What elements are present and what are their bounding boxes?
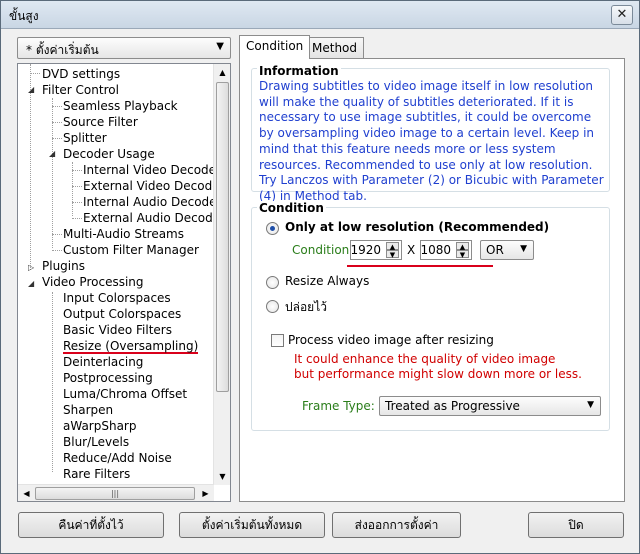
tree-guide — [52, 138, 62, 139]
information-title: Information — [257, 64, 341, 78]
tree-item-deinterlacing[interactable]: Deinterlacing — [63, 354, 143, 370]
tree-item-reduce-add-noise[interactable]: Reduce/Add Noise — [63, 450, 172, 466]
height-value: 1080 — [420, 243, 451, 257]
warning-line-2: but performance might slow down more or … — [294, 367, 582, 381]
chevron-down-icon: ▼ — [520, 244, 527, 254]
scrollbar-thumb[interactable] — [216, 82, 229, 392]
window-title: ขั้นสูง — [9, 9, 39, 23]
tree-item-resize-oversampling[interactable]: Resize (Oversampling) — [63, 338, 199, 354]
tree-item-external-video-decoder[interactable]: External Video Decoder — [83, 178, 225, 194]
tree-item-basic-video-filters[interactable]: Basic Video Filters — [63, 322, 172, 338]
collapse-arrow-icon[interactable]: ◢ — [28, 82, 34, 98]
tree-item-splitter[interactable]: Splitter — [63, 130, 107, 146]
tree-item-blur-levels[interactable]: Blur/Levels — [63, 434, 129, 450]
close-button[interactable]: ปิด — [528, 512, 624, 538]
settings-tree: ◢ ◢ ▷ ◢ DVD settings Filter Control Seam… — [17, 63, 231, 502]
preset-value: * ตั้งค่าเริ่มต้น — [26, 43, 99, 57]
collapse-arrow-icon[interactable]: ◢ — [49, 146, 55, 162]
scroll-right-icon[interactable]: ▶ — [197, 485, 214, 501]
scroll-down-icon[interactable]: ▼ — [214, 468, 230, 485]
scroll-up-icon[interactable]: ▲ — [214, 64, 230, 81]
advanced-settings-dialog: ขั้นสูง ✕ * ตั้งค่าเริ่มต้น ▼ ◢ ◢ ▷ ◢ DV… — [0, 0, 640, 554]
preset-dropdown[interactable]: * ตั้งค่าเริ่มต้น ▼ — [17, 37, 231, 59]
tree-horizontal-scrollbar[interactable]: ◀ ||| ▶ — [18, 484, 214, 501]
tree-item-dvd-settings[interactable]: DVD settings — [42, 66, 120, 82]
leave-off-label: ปล่อยไว้ — [285, 300, 327, 314]
width-spin-buttons[interactable]: ▲ ▼ — [386, 242, 399, 259]
tree-item-awarpsharp[interactable]: aWarpSharp — [63, 418, 136, 434]
tree-item-external-audio-decoder[interactable]: External Audio Decoder — [83, 210, 225, 226]
expand-arrow-icon[interactable]: ▷ — [28, 260, 34, 276]
width-stepper[interactable]: 1920 ▲ ▼ — [350, 240, 402, 260]
reset-all-button[interactable]: ตั้งค่าเริ่มต้นทั้งหมด — [179, 512, 325, 538]
radio-resize-always[interactable] — [266, 276, 279, 289]
tree-guide — [52, 250, 62, 251]
radio-low-resolution[interactable] — [266, 222, 279, 235]
close-icon[interactable]: ✕ — [611, 5, 633, 25]
tree-guide — [52, 106, 62, 107]
tree-item-input-colorspaces[interactable]: Input Colorspaces — [63, 290, 171, 306]
frame-type-value: Treated as Progressive — [385, 399, 520, 413]
tab-condition[interactable]: Condition — [239, 35, 311, 59]
title-bar: ขั้นสูง ✕ — [1, 1, 639, 29]
tree-item-internal-video-decoder[interactable]: Internal Video Decoder — [83, 162, 221, 178]
tree-item-custom-filter-manager[interactable]: Custom Filter Manager — [63, 242, 199, 258]
tree-item-sharpen[interactable]: Sharpen — [63, 402, 113, 418]
condition-label: Condition: — [292, 243, 354, 257]
resize-always-label: Resize Always — [285, 274, 370, 288]
operator-value: OR — [486, 243, 504, 257]
restore-button[interactable]: คืนค่าที่ตั้งไว้ — [18, 512, 164, 538]
tree-item-source-filter[interactable]: Source Filter — [63, 114, 138, 130]
tree-item-video-processing[interactable]: Video Processing — [42, 274, 144, 290]
tree-guide — [30, 73, 40, 74]
process-after-label: Process video image after resizing — [288, 333, 494, 347]
tree-item-decoder-usage[interactable]: Decoder Usage — [63, 146, 155, 162]
tree-item-seamless-playback[interactable]: Seamless Playback — [63, 98, 178, 114]
operator-dropdown[interactable]: OR ▼ — [480, 240, 534, 260]
tree-guide — [52, 292, 53, 472]
tab-method[interactable]: Method — [305, 37, 365, 59]
tree-guide — [72, 218, 82, 219]
tree-item-plugins[interactable]: Plugins — [42, 258, 85, 274]
tree-guide — [52, 234, 62, 235]
information-text: Drawing subtitles to video image itself … — [259, 79, 604, 203]
process-after-checkbox[interactable] — [271, 334, 284, 347]
tree-item-postprocessing[interactable]: Postprocessing — [63, 370, 153, 386]
tree-guide — [52, 122, 62, 123]
tree-guide — [72, 202, 82, 203]
height-stepper[interactable]: 1080 ▲ ▼ — [420, 240, 472, 260]
scrollbar-thumb[interactable]: ||| — [35, 487, 195, 500]
frame-type-label: Frame Type: — [302, 399, 375, 413]
tree-item-luma-chroma-offset[interactable]: Luma/Chroma Offset — [63, 386, 187, 402]
low-resolution-label: Only at low resolution (Recommended) — [285, 220, 550, 234]
tree-vertical-scrollbar[interactable]: ▲ ▼ — [213, 64, 230, 485]
warning-line-1: It could enhance the quality of video im… — [294, 352, 556, 366]
tree-item-multi-audio-streams[interactable]: Multi-Audio Streams — [63, 226, 184, 242]
times-separator: X — [407, 243, 416, 257]
tree-item-filter-control[interactable]: Filter Control — [42, 82, 119, 98]
chevron-down-icon: ▼ — [216, 41, 224, 52]
tree-guide — [72, 186, 82, 187]
chevron-down-icon: ▼ — [587, 400, 594, 410]
tree-item-output-colorspaces[interactable]: Output Colorspaces — [63, 306, 181, 322]
width-value: 1920 — [350, 243, 381, 257]
scroll-left-icon[interactable]: ◀ — [18, 485, 35, 501]
collapse-arrow-icon[interactable]: ◢ — [28, 276, 34, 292]
tree-item-rare-filters[interactable]: Rare Filters — [63, 466, 130, 482]
tree-item-internal-audio-decoder[interactable]: Internal Audio Decoder — [83, 194, 221, 210]
red-annotation-underline — [347, 265, 493, 267]
frame-type-dropdown[interactable]: Treated as Progressive ▼ — [379, 396, 601, 416]
radio-leave-off[interactable] — [266, 300, 279, 313]
height-spin-buttons[interactable]: ▲ ▼ — [456, 242, 469, 259]
export-settings-button[interactable]: ส่งออกการตั้งค่า — [332, 512, 461, 538]
tree-guide — [72, 170, 82, 171]
tree-guide — [52, 98, 53, 248]
condition-title: Condition — [257, 201, 326, 215]
